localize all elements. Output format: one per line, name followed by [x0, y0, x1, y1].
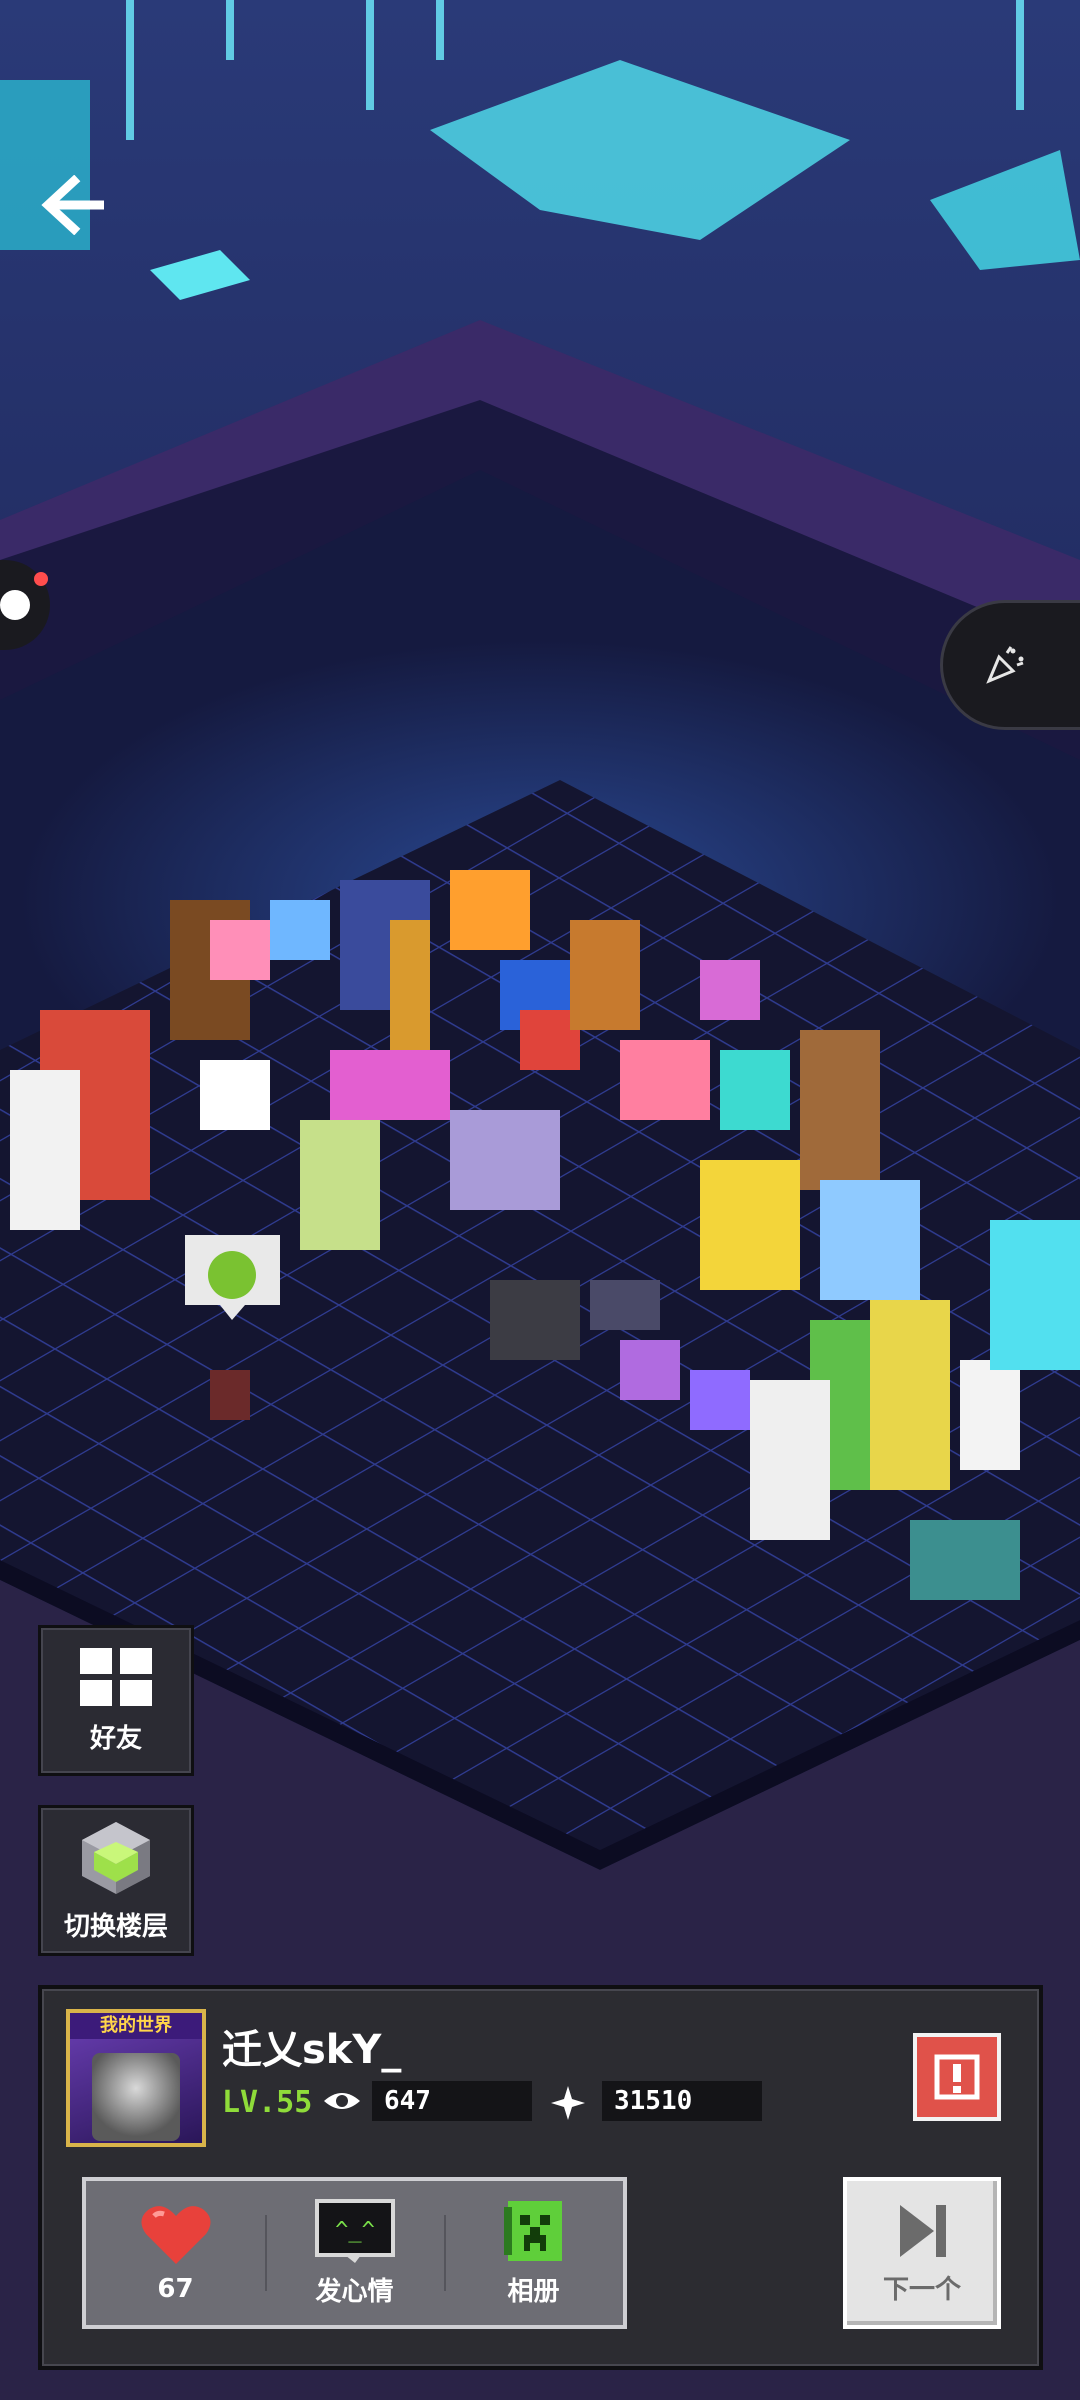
- notification-dot: [34, 572, 48, 586]
- friends-grid-icon: [80, 1648, 152, 1706]
- game-scene: 好友 切换楼层 我的世界 迁乂skY_ LV.55 647 31510 67 ^…: [0, 0, 1080, 2400]
- album-label: 相册: [507, 2276, 560, 2307]
- svg-text:^_^: ^_^: [335, 2218, 375, 2243]
- like-count: 67: [157, 2274, 194, 2304]
- level-badge: LV.55: [222, 2085, 313, 2120]
- report-button[interactable]: [913, 2033, 1001, 2121]
- view-count: 647: [372, 2081, 532, 2121]
- effects-toggle-button[interactable]: [940, 600, 1080, 730]
- player-info-panel: 我的世界 迁乂skY_ LV.55 647 31510 67 ^_^ 发心情 相…: [38, 1985, 1043, 2370]
- post-mood-button[interactable]: ^_^ 发心情: [265, 2181, 444, 2325]
- drawer-dot-icon: [0, 590, 30, 620]
- heart-icon: [140, 2206, 211, 2264]
- username: 迁乂skY_: [222, 2027, 402, 2073]
- friends-label: 好友: [89, 1724, 142, 1754]
- party-popper-icon: [986, 646, 1024, 684]
- creeper-album-icon: [503, 2200, 562, 2261]
- next-player-label: 下一个: [882, 2274, 961, 2305]
- switch-floor-button[interactable]: 切换楼层: [38, 1805, 194, 1956]
- exclamation-icon: [934, 2054, 980, 2100]
- sparkle-icon: [551, 2086, 585, 2120]
- post-mood-label: 发心情: [315, 2276, 394, 2307]
- mood-face-icon: ^_^: [314, 2198, 395, 2263]
- like-button[interactable]: 67: [86, 2181, 265, 2325]
- switch-floor-label: 切换楼层: [63, 1912, 168, 1942]
- avatar-logo-banner: 我的世界: [70, 2013, 202, 2039]
- album-button[interactable]: 相册: [444, 2181, 623, 2325]
- popularity-count: 31510: [602, 2081, 762, 2121]
- friends-button[interactable]: 好友: [38, 1625, 194, 1776]
- next-player-button[interactable]: 下一个: [843, 2177, 1001, 2329]
- back-button[interactable]: [30, 160, 120, 250]
- arrow-left-icon: [41, 175, 104, 235]
- avatar-portrait: [92, 2053, 180, 2141]
- avatar[interactable]: 我的世界: [66, 2009, 206, 2147]
- eye-icon: [324, 2093, 360, 2109]
- floor-cube-icon: [82, 1822, 150, 1894]
- skip-next-icon: [900, 2204, 946, 2257]
- social-actions-bar: 67 ^_^ 发心情 相册: [82, 2177, 627, 2329]
